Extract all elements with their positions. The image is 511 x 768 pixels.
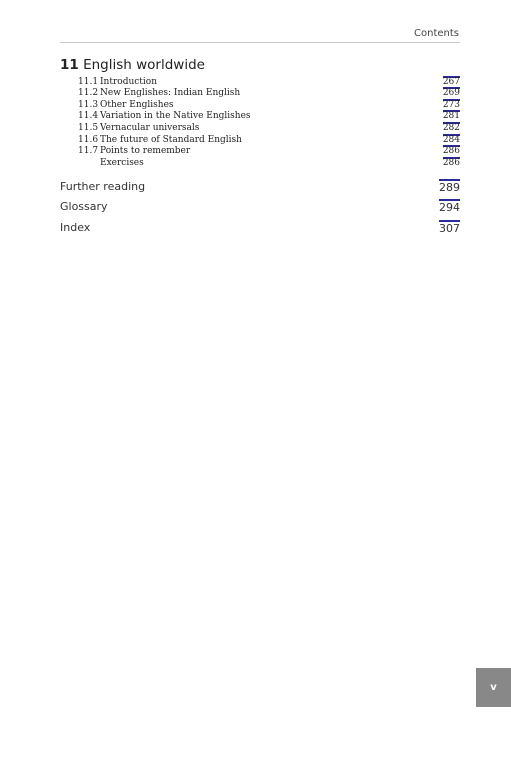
section-title: Other Englishes <box>100 99 174 110</box>
page-link[interactable]: 286 <box>442 156 460 168</box>
toc-entry-further-reading[interactable]: Further reading 289 <box>60 172 460 193</box>
section-title: Variation in the Native Englishes <box>100 111 251 122</box>
page-link[interactable]: 269 <box>442 87 460 98</box>
section-number: 11.7 <box>78 146 99 157</box>
toc-entry-glossary[interactable]: Glossary 294 <box>60 193 460 213</box>
page-link[interactable]: 286 <box>442 145 460 156</box>
chapter-heading: 11 English worldwide <box>60 57 205 73</box>
section-number: 11.3 <box>78 99 99 110</box>
section-number: 11.4 <box>78 111 99 122</box>
entry-title: Index <box>60 220 91 234</box>
chapter-number: 11 <box>60 57 79 73</box>
chapter-title: English worldwide <box>83 57 205 73</box>
section-title: Exercises <box>100 157 144 168</box>
entry-title: Further reading <box>60 179 146 193</box>
header-rule <box>60 42 460 43</box>
section-number: 11.5 <box>78 122 99 133</box>
page-link[interactable]: 281 <box>442 110 460 121</box>
toc-entry[interactable]: 11.2 New Englishes: Indian English 269 <box>78 87 460 99</box>
toc-entry[interactable]: Exercises 286 <box>78 156 460 168</box>
page-link[interactable]: 294 <box>439 199 460 213</box>
toc-entry-index[interactable]: Index 307 <box>60 213 460 234</box>
toc-entry[interactable]: 11.1 Introduction 267 <box>78 75 460 87</box>
toc-entry[interactable]: 11.7 Points to remember 286 <box>78 145 460 157</box>
section-number: 11.2 <box>78 88 99 99</box>
page-link[interactable]: 282 <box>442 121 460 133</box>
toc-entry[interactable]: 11.4 Variation in the Native Englishes 2… <box>78 110 460 122</box>
toc-entry[interactable]: 11.3 Other Englishes 273 <box>78 98 460 110</box>
page-number-tab: v <box>476 668 511 707</box>
page-link[interactable]: 273 <box>442 98 460 110</box>
backmatter-list: Further reading 289 Glossary 294 Index 3… <box>60 172 460 234</box>
section-title: Introduction <box>100 76 157 87</box>
section-title: New Englishes: Indian English <box>100 88 241 99</box>
section-title: Points to remember <box>100 146 191 157</box>
page-link[interactable]: 284 <box>442 133 460 145</box>
section-title: Vernacular universals <box>100 122 200 133</box>
page-link[interactable]: 267 <box>442 75 460 87</box>
running-head: Contents <box>414 28 459 39</box>
page-link[interactable]: 307 <box>439 219 460 234</box>
section-list: 11.1 Introduction 267 11.2 New Englishes… <box>78 75 460 168</box>
section-title: The future of Standard English <box>100 134 242 145</box>
entry-title: Glossary <box>60 200 108 213</box>
section-number: 11.6 <box>78 134 99 145</box>
toc-entry[interactable]: 11.6 The future of Standard English 284 <box>78 133 460 145</box>
toc-entry[interactable]: 11.5 Vernacular universals 282 <box>78 121 460 133</box>
section-number: 11.1 <box>78 76 99 87</box>
page-link[interactable]: 289 <box>439 178 460 193</box>
